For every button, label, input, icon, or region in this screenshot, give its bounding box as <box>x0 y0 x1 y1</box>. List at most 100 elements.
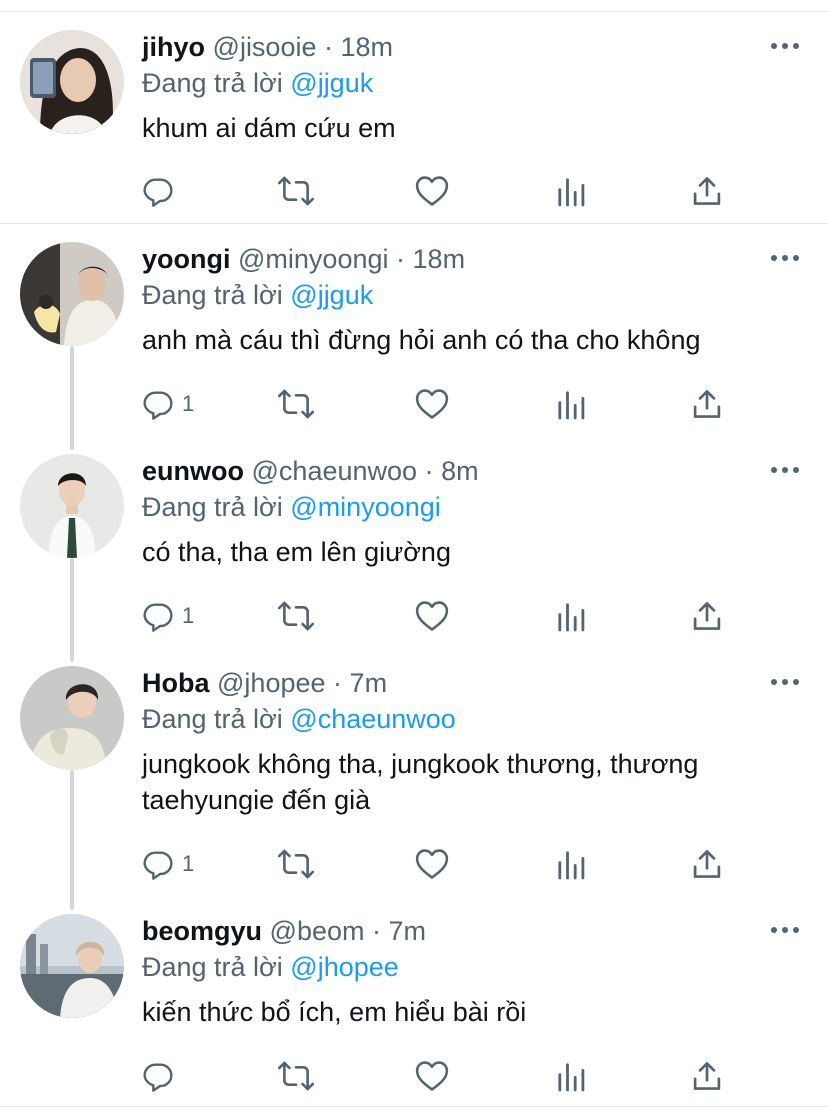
more-icon[interactable] <box>770 920 800 940</box>
reply-prefix: Đang trả lời <box>142 280 283 310</box>
separator-dot: · <box>333 668 343 698</box>
avatar[interactable] <box>20 30 124 134</box>
like-icon <box>415 1061 449 1091</box>
analytics-button[interactable] <box>557 596 585 636</box>
tweet-text: anh mà cáu thì đừng hỏi anh có tha cho k… <box>142 325 701 355</box>
analytics-button[interactable] <box>557 844 585 884</box>
share-icon <box>693 177 721 205</box>
separator-dot: · <box>372 916 381 946</box>
tweet-text: kiến thức bổ ích, em hiểu bài rồi <box>142 997 527 1027</box>
tweet[interactable]: Hoba @jhopee · 7m Đang trả lời @chaeunwo… <box>0 650 828 895</box>
reply-button[interactable]: 1 <box>142 384 194 424</box>
reply-icon <box>143 603 173 632</box>
display-name[interactable]: jihyo <box>142 32 205 62</box>
reply-mention[interactable]: @jjguk <box>290 280 373 310</box>
more-icon[interactable] <box>770 36 800 56</box>
retweet-button[interactable] <box>278 171 314 211</box>
timestamp[interactable]: 18m <box>413 244 466 274</box>
like-button[interactable] <box>415 171 449 211</box>
reply-button[interactable]: 1 <box>142 844 194 884</box>
tweet-header: jihyo @jisooie · 18m <box>142 30 393 64</box>
like-icon <box>415 601 449 631</box>
retweet-button[interactable] <box>278 384 314 424</box>
timestamp[interactable]: 7m <box>350 668 388 698</box>
share-button[interactable] <box>693 384 721 424</box>
timestamp[interactable]: 18m <box>341 32 394 62</box>
tweet[interactable]: yoongi @minyoongi · 18m Đang trả lời @jj… <box>0 226 828 434</box>
tweet-text: jungkook không tha, jungkook thương, thư… <box>142 749 699 815</box>
tweet-header: yoongi @minyoongi · 18m <box>142 242 465 276</box>
analytics-icon <box>558 851 585 880</box>
user-handle[interactable]: @jhopee <box>217 668 326 698</box>
more-icon[interactable] <box>770 460 800 480</box>
more-icon[interactable] <box>770 672 800 692</box>
separator-dot: · <box>424 456 434 486</box>
reply-button[interactable] <box>142 1056 182 1096</box>
like-button[interactable] <box>415 596 449 636</box>
bottom-divider <box>0 1106 828 1107</box>
display-name[interactable]: Hoba <box>142 668 210 698</box>
retweet-icon <box>278 1061 314 1091</box>
reply-button[interactable]: 1 <box>142 596 194 636</box>
separator-dot: · <box>396 244 406 274</box>
tweet-actions: 1 <box>0 844 828 884</box>
like-icon <box>415 176 449 206</box>
share-icon <box>693 850 721 878</box>
analytics-button[interactable] <box>557 384 585 424</box>
reply-icon <box>143 851 173 880</box>
avatar[interactable] <box>20 666 124 770</box>
like-button[interactable] <box>415 1056 449 1096</box>
like-button[interactable] <box>415 384 449 424</box>
tweet-header: beomgyu @beom · 7m <box>142 914 426 948</box>
user-handle[interactable]: @chaeunwoo <box>252 456 418 486</box>
share-icon <box>693 1062 721 1090</box>
share-icon <box>693 390 721 418</box>
reply-mention[interactable]: @jjguk <box>290 68 373 98</box>
analytics-icon <box>558 178 585 207</box>
reply-icon <box>143 178 173 207</box>
share-button[interactable] <box>693 844 721 884</box>
retweet-button[interactable] <box>278 596 314 636</box>
reply-prefix: Đang trả lời <box>142 952 283 982</box>
share-button[interactable] <box>693 171 721 211</box>
more-icon[interactable] <box>770 248 800 268</box>
analytics-button[interactable] <box>557 1056 585 1096</box>
analytics-button[interactable] <box>557 171 585 211</box>
tweet-actions: 1 <box>0 384 828 424</box>
timestamp[interactable]: 7m <box>389 916 427 946</box>
retweet-button[interactable] <box>278 1056 314 1096</box>
retweet-button[interactable] <box>278 844 314 884</box>
separator-dot: · <box>324 32 333 62</box>
reply-button[interactable] <box>142 171 182 211</box>
tweet-header: Hoba @jhopee · 7m <box>142 666 387 700</box>
reply-mention[interactable]: @jhopee <box>290 952 399 982</box>
timestamp[interactable]: 8m <box>441 456 479 486</box>
tweet[interactable]: beomgyu @beom · 7m Đang trả lời @jhopee … <box>0 898 828 1104</box>
analytics-icon <box>558 1063 585 1092</box>
user-handle[interactable]: @jisooie <box>213 32 317 62</box>
display-name[interactable]: eunwoo <box>142 456 244 486</box>
tweet[interactable]: jihyo @jisooie · 18m Đang trả lời @jjguk… <box>0 14 828 219</box>
analytics-icon <box>558 391 585 420</box>
display-name[interactable]: beomgyu <box>142 916 262 946</box>
reply-mention[interactable]: @minyoongi <box>290 492 440 522</box>
avatar[interactable] <box>20 454 124 558</box>
share-button[interactable] <box>693 596 721 636</box>
reply-icon <box>143 391 173 420</box>
user-handle[interactable]: @beom <box>270 916 365 946</box>
thread-divider <box>0 223 828 224</box>
share-button[interactable] <box>693 1056 721 1096</box>
retweet-icon <box>278 849 314 879</box>
reply-icon <box>143 1063 173 1092</box>
reply-count: 1 <box>182 603 195 628</box>
display-name[interactable]: yoongi <box>142 244 231 274</box>
reply-mention[interactable]: @chaeunwoo <box>290 704 456 734</box>
avatar[interactable] <box>20 242 124 346</box>
tweet-actions: 1 <box>0 596 828 636</box>
top-divider <box>0 11 828 12</box>
avatar[interactable] <box>20 914 124 1018</box>
retweet-icon <box>278 176 314 206</box>
user-handle[interactable]: @minyoongi <box>238 244 388 274</box>
tweet[interactable]: eunwoo @chaeunwoo · 8m Đang trả lời @min… <box>0 438 828 646</box>
like-button[interactable] <box>415 844 449 884</box>
